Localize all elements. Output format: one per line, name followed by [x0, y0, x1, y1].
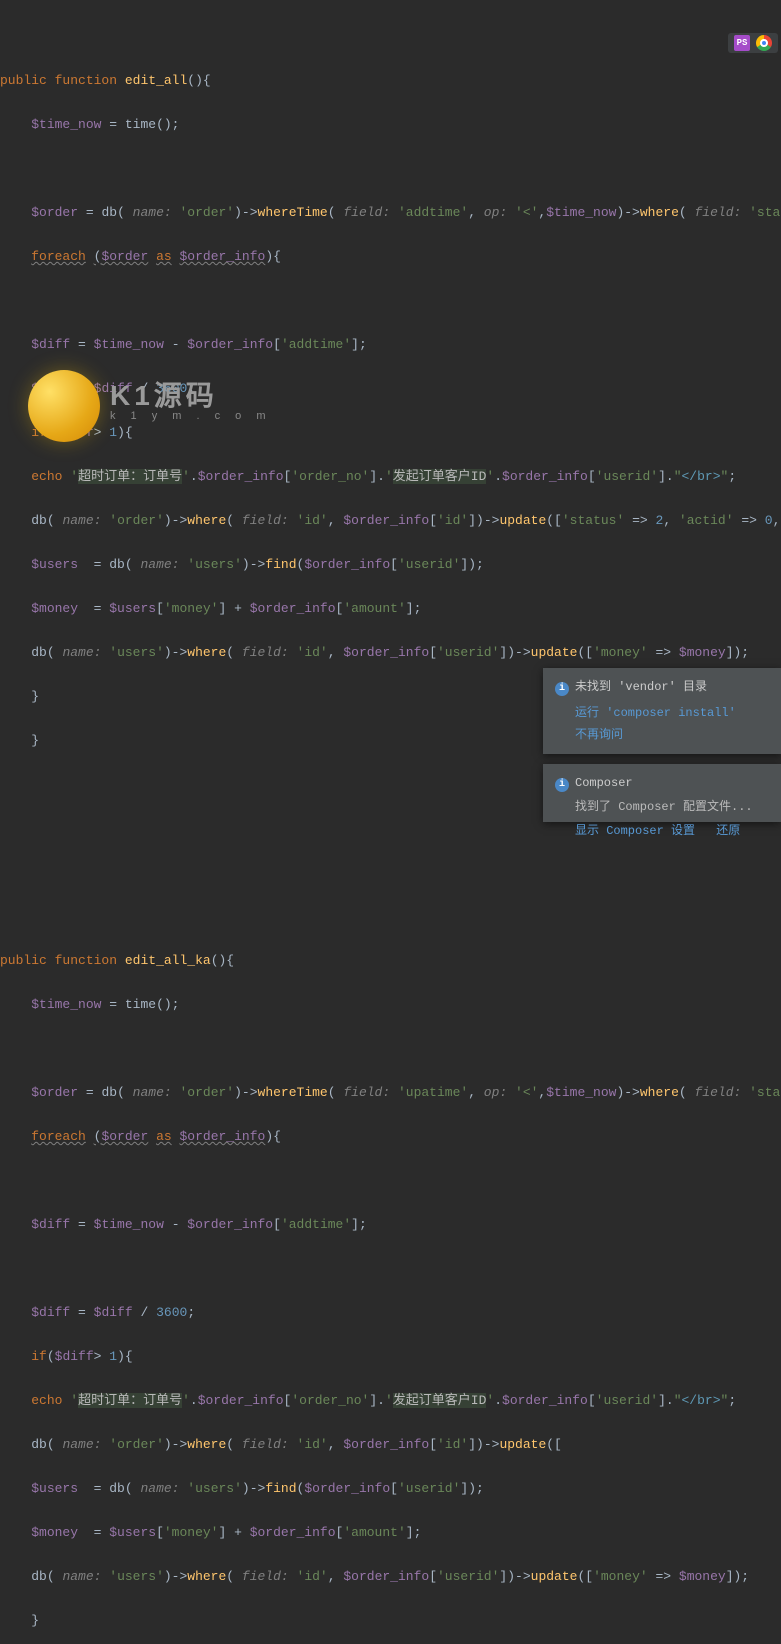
var: $order — [31, 205, 78, 220]
kw-echo: echo — [31, 469, 62, 484]
show-composer-settings-link[interactable]: 显示 Composer 设置 — [575, 824, 695, 838]
notif-body: 找到了 Composer 配置文件... — [555, 796, 769, 818]
call-time: time — [125, 117, 156, 132]
chrome-icon[interactable] — [756, 35, 772, 51]
kw-function: function — [55, 73, 117, 88]
info-icon: i — [555, 682, 569, 696]
kw-public: public — [0, 73, 47, 88]
fn-name: edit_all_ka — [125, 953, 211, 968]
run-composer-install-link[interactable]: 运行 'composer install' — [575, 706, 736, 720]
notification-composer: iComposer 找到了 Composer 配置文件... 显示 Compos… — [543, 764, 781, 822]
notification-vendor: i 未找到 'vendor' 目录 运行 'composer install' 不… — [543, 668, 781, 754]
restore-link[interactable]: 还原 — [716, 824, 740, 838]
fn-name: edit_all — [125, 73, 187, 88]
phpstorm-icon[interactable]: PS — [734, 35, 750, 51]
dont-ask-again-link[interactable]: 不再询问 — [575, 728, 623, 742]
hint: name: — [133, 205, 172, 220]
notif-title: 未找到 'vendor' 目录 — [575, 680, 707, 694]
kw-if: if — [31, 425, 47, 440]
var: $time_now — [31, 117, 101, 132]
toolbar-pill: PS — [728, 33, 778, 53]
info-icon: i — [555, 778, 569, 792]
kw-foreach: foreach — [31, 249, 86, 264]
notif-title: Composer — [575, 776, 633, 790]
